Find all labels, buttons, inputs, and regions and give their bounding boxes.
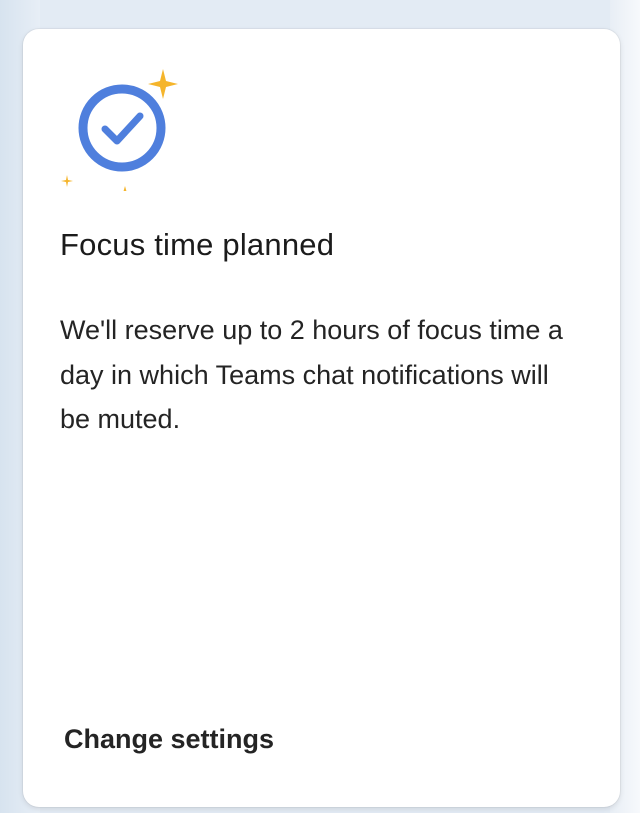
- sparkle-icon-small: [61, 175, 134, 204]
- check-circle-icon: [78, 84, 166, 172]
- focus-time-card: Focus time planned We'll reserve up to 2…: [23, 29, 620, 807]
- card-description: We'll reserve up to 2 hours of focus tim…: [60, 315, 563, 434]
- sparkle-icon: [148, 69, 178, 99]
- card-title: Focus time planned: [60, 227, 335, 262]
- focus-time-illustration: [55, 61, 185, 204]
- change-settings-button[interactable]: Change settings: [64, 724, 274, 755]
